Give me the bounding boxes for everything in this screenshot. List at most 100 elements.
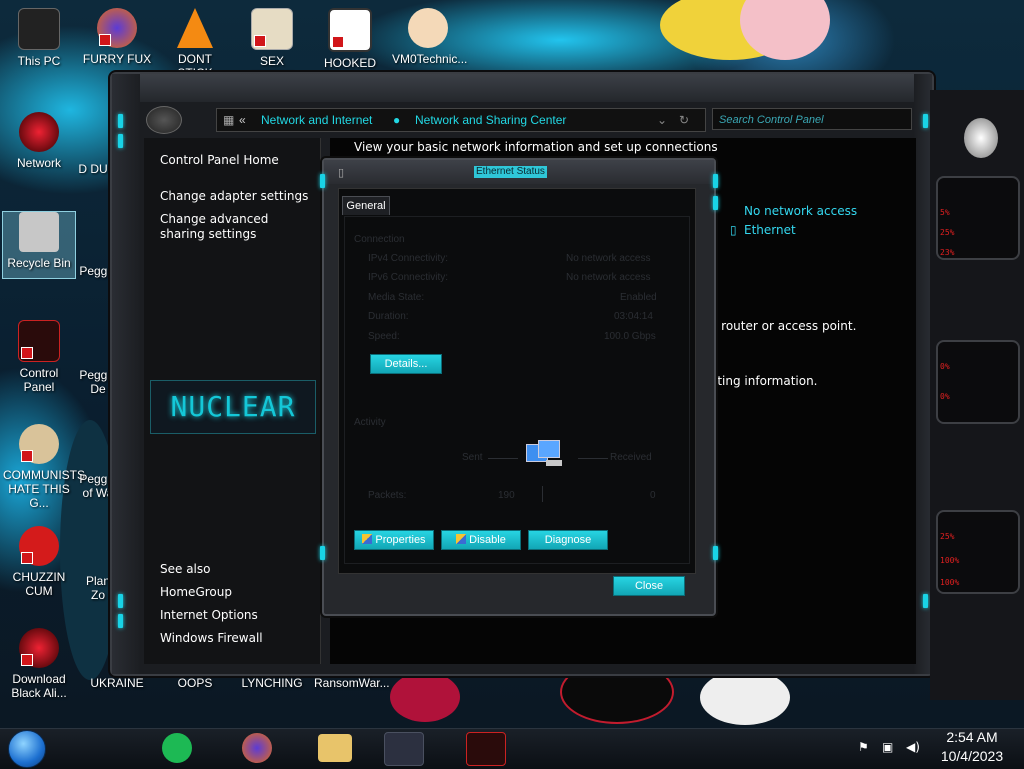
volume-icon[interactable]: ◀)	[906, 740, 920, 754]
file-explorer-icon[interactable]	[318, 734, 352, 762]
clock-time: 2:54 AM	[946, 729, 998, 745]
taskbar	[0, 728, 1024, 769]
ethernet-icon: ▯	[338, 166, 345, 179]
control-panel-taskbar-icon[interactable]	[384, 732, 424, 766]
recycle-bin-icon	[19, 212, 59, 252]
homegroup-link[interactable]: HomeGroup	[160, 585, 232, 600]
gadget-value: 100%	[940, 578, 960, 587]
desktop-icon-dont-stick[interactable]: DONT STICK	[159, 8, 231, 80]
frame-light	[118, 594, 123, 608]
desktop-icon-network[interactable]: Network	[3, 112, 75, 170]
refresh-icon[interactable]: ↻	[679, 109, 689, 131]
spotify-icon[interactable]	[162, 733, 192, 763]
frame-light	[118, 114, 123, 128]
system-clock[interactable]: 2:54 AM 10/4/2023	[934, 728, 1010, 768]
disable-button[interactable]: Disable	[441, 530, 521, 550]
desktop-icon-oops[interactable]: OOPS	[159, 676, 231, 690]
firefox-icon	[97, 8, 137, 48]
ipv4-value: No network access	[566, 253, 651, 264]
received-line	[578, 458, 608, 459]
speed-label: Speed:	[368, 331, 400, 342]
page-heading: View your basic network information and …	[354, 140, 718, 154]
wallpaper-shoe	[700, 670, 790, 725]
desktop-icon-download-black-ali[interactable]: Download Black Ali...	[3, 628, 75, 700]
desktop-icon-ransomware[interactable]: RansomWar...	[314, 676, 390, 690]
duration-value: 03:04:14	[614, 311, 653, 322]
internet-options-link[interactable]: Internet Options	[160, 608, 258, 623]
see-also-heading: See also	[160, 562, 211, 576]
sent-label: Sent	[462, 452, 483, 463]
frame-light	[923, 594, 928, 608]
hxd-icon	[251, 8, 293, 50]
change-adapter-settings-link[interactable]: Change adapter settings	[160, 189, 308, 204]
ethernet-icon: ▯	[730, 223, 737, 237]
desktop-icon-lynching[interactable]: LYNCHING	[236, 676, 308, 690]
change-advanced-sharing-link[interactable]: Change advanced sharing settings	[160, 212, 310, 242]
ethernet-connection-link[interactable]: Ethernet	[744, 223, 796, 237]
media-state-label: Media State:	[368, 292, 425, 303]
windows-firewall-link[interactable]: Windows Firewall	[160, 631, 263, 646]
network-status-icon[interactable]: ▣	[882, 740, 893, 754]
desktop-icon-recycle-bin[interactable]: Recycle Bin	[2, 211, 76, 279]
desktop-icon-furry-fux[interactable]: FURRY FUX	[81, 8, 153, 66]
gadget-panel: 25% 100% 100%	[936, 510, 1020, 594]
window-frame-left	[112, 74, 140, 674]
firefox-icon[interactable]	[242, 733, 272, 763]
close-button[interactable]: Close	[613, 576, 685, 596]
address-bar[interactable]: ▦ « Network and Internet ● Network and S…	[216, 108, 706, 132]
alien-icon	[19, 628, 59, 668]
speed-value: 100.0 Gbps	[604, 331, 656, 342]
search-input[interactable]: Search Control Panel	[712, 108, 912, 130]
network-computers-icon	[526, 440, 562, 466]
gadget-value: 25%	[940, 228, 955, 237]
desktop-icon-control-panel[interactable]: Control Panel	[3, 320, 75, 394]
ipv4-label: IPv4 Connectivity:	[368, 253, 449, 264]
desktop-icon-this-pc[interactable]: This PC	[3, 8, 75, 68]
desktop-icon-chuzzin-cum[interactable]: CHUZZIN CUM	[3, 526, 75, 598]
gadget-value: 5%	[940, 208, 950, 217]
gadget-panel: 5% 25% 23%	[936, 176, 1020, 260]
desktop-icon-sex-editor[interactable]: SEX EDITOR	[236, 8, 308, 82]
desktop-icon-ukraine[interactable]: UKRAINE	[81, 676, 153, 690]
frame-light	[118, 614, 123, 628]
gadget-panel: 0% 0%	[936, 340, 1020, 424]
control-panel-home-link[interactable]: Control Panel Home	[160, 153, 279, 168]
control-panel-icon: ▦	[223, 113, 235, 127]
ipv6-label: IPv6 Connectivity:	[368, 272, 449, 283]
activity-section-label: Activity	[354, 417, 386, 428]
properties-button[interactable]: Properties	[354, 530, 434, 550]
access-type-value: No network access	[744, 204, 858, 218]
activity-divider	[542, 486, 543, 502]
tab-general[interactable]: General	[342, 196, 390, 215]
control-panel-icon	[18, 320, 60, 362]
flag-icon[interactable]: ⚑	[858, 740, 869, 754]
frame-light	[713, 546, 718, 560]
nuclear-logo: NUCLEAR	[150, 380, 316, 434]
breadcrumb-network-and-internet[interactable]: Network and Internet	[261, 109, 372, 131]
vlc-icon	[177, 8, 213, 48]
frame-light	[713, 196, 718, 210]
desktop-icon-vm0technic[interactable]: VM0Technic...	[392, 8, 467, 66]
back-forward-button[interactable]	[146, 106, 182, 134]
frame-light	[320, 546, 325, 560]
media-state-value: Enabled	[620, 292, 657, 303]
computer-icon	[18, 8, 60, 50]
shield-icon	[362, 534, 373, 544]
clock-date: 10/4/2023	[940, 748, 1004, 764]
general-tab-panel	[344, 216, 690, 564]
packets-received-value: 0	[650, 490, 656, 501]
network-taskbar-icon[interactable]	[466, 732, 506, 766]
troubleshoot-text: oting information.	[710, 374, 818, 388]
packets-label: Packets:	[368, 490, 407, 501]
details-button[interactable]: Details...	[370, 354, 442, 374]
packets-sent-value: 190	[498, 490, 515, 501]
diagnose-button[interactable]: Diagnose	[528, 530, 608, 550]
frame-light	[923, 114, 928, 128]
dropdown-chevron-icon[interactable]: ⌄	[657, 109, 667, 131]
start-button[interactable]	[8, 730, 46, 768]
chuzzle-icon	[19, 526, 59, 566]
breadcrumb-network-sharing-center[interactable]: Network and Sharing Center	[415, 109, 566, 131]
dialog-title: Ethernet Status	[474, 166, 547, 178]
desktop-icon-communists[interactable]: COMMUNISTS HATE THIS G...	[3, 424, 85, 510]
gadget-value: 23%	[940, 248, 955, 257]
